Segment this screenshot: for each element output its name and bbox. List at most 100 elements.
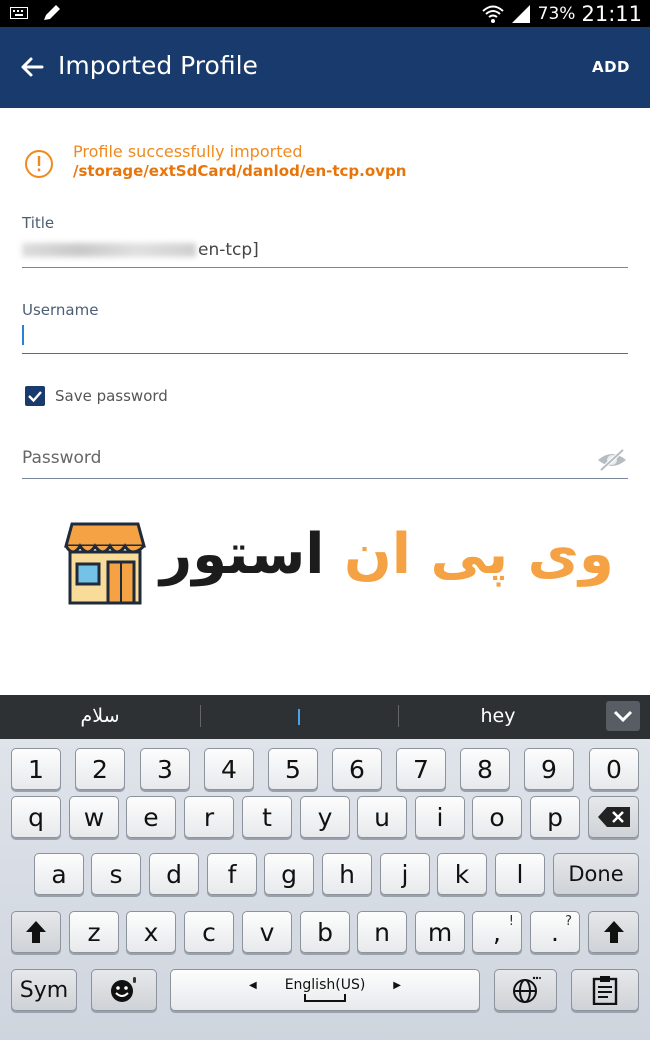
key-3[interactable]: 3 bbox=[140, 748, 190, 790]
key-period[interactable]: . ? bbox=[530, 911, 580, 953]
keyboard-icon bbox=[10, 7, 28, 19]
notice-path: /storage/extSdCard/danlod/en-tcp.ovpn bbox=[73, 162, 407, 180]
key-i[interactable]: i bbox=[415, 796, 465, 838]
key-v[interactable]: v bbox=[242, 911, 292, 953]
period-sub-label: ? bbox=[565, 914, 572, 929]
username-underline bbox=[22, 353, 628, 354]
status-bar: 73% 21:11 bbox=[0, 0, 650, 27]
signal-icon bbox=[511, 4, 530, 23]
key-6[interactable]: 6 bbox=[332, 748, 382, 790]
space-language-label: English(US) bbox=[284, 977, 366, 993]
back-arrow-icon[interactable] bbox=[16, 51, 48, 83]
shift-key[interactable] bbox=[11, 911, 61, 953]
key-e[interactable]: e bbox=[126, 796, 176, 838]
key-t[interactable]: t bbox=[242, 796, 292, 838]
key-w[interactable]: w bbox=[69, 796, 119, 838]
suggestion-bar: سلام hey bbox=[0, 695, 650, 739]
title-field[interactable]: en-tcp] bbox=[22, 240, 259, 260]
globe-icon bbox=[512, 976, 541, 1003]
key-8[interactable]: 8 bbox=[460, 748, 510, 790]
key-5[interactable]: 5 bbox=[268, 748, 318, 790]
key-l[interactable]: l bbox=[495, 853, 545, 895]
clock: 21:11 bbox=[581, 1, 642, 26]
page-title: Imported Profile bbox=[58, 51, 258, 80]
checkmark-icon bbox=[28, 391, 42, 403]
key-g[interactable]: g bbox=[264, 853, 314, 895]
watermark-dark: استور bbox=[160, 522, 325, 587]
language-prev-icon: ◀ bbox=[248, 979, 257, 991]
language-key[interactable] bbox=[494, 969, 557, 1011]
title-value: en-tcp] bbox=[198, 240, 259, 260]
shift-key-right[interactable] bbox=[588, 911, 639, 953]
key-0[interactable]: 0 bbox=[589, 748, 639, 790]
add-button[interactable]: ADD bbox=[592, 58, 630, 76]
key-m[interactable]: m bbox=[415, 911, 465, 953]
key-p[interactable]: p bbox=[530, 796, 580, 838]
clipboard-key[interactable] bbox=[571, 969, 639, 1011]
key-y[interactable]: y bbox=[300, 796, 350, 838]
emoji-key[interactable] bbox=[91, 969, 157, 1011]
sym-key[interactable]: Sym bbox=[11, 969, 77, 1011]
key-j[interactable]: j bbox=[380, 853, 430, 895]
suggestion-divider bbox=[200, 705, 201, 727]
key-n[interactable]: n bbox=[357, 911, 407, 953]
key-c[interactable]: c bbox=[184, 911, 234, 953]
backspace-icon bbox=[597, 807, 630, 827]
soft-keyboard: سلام hey 1 2 3 4 5 6 7 8 9 0 q w e r t y… bbox=[0, 695, 650, 1040]
key-4[interactable]: 4 bbox=[204, 748, 254, 790]
shift-arrow-icon bbox=[603, 921, 624, 943]
import-notice: Profile successfully imported /storage/e… bbox=[24, 140, 624, 186]
store-logo-icon bbox=[64, 522, 146, 605]
collapse-keyboard-button[interactable] bbox=[606, 701, 640, 731]
comma-sub-label: ! bbox=[508, 914, 514, 929]
key-9[interactable]: 9 bbox=[524, 748, 574, 790]
eye-off-icon[interactable] bbox=[596, 448, 628, 472]
key-z[interactable]: z bbox=[69, 911, 119, 953]
key-a[interactable]: a bbox=[34, 853, 84, 895]
app-bar: Imported Profile ADD bbox=[0, 27, 650, 108]
clipboard-icon bbox=[592, 976, 618, 1005]
key-s[interactable]: s bbox=[91, 853, 141, 895]
key-x[interactable]: x bbox=[126, 911, 176, 953]
watermark-text: وی پی ان استور bbox=[160, 522, 614, 587]
backspace-key[interactable] bbox=[588, 796, 639, 838]
title-underline bbox=[22, 267, 628, 268]
key-d[interactable]: d bbox=[149, 853, 199, 895]
save-password-label: Save password bbox=[55, 387, 168, 405]
smiley-icon bbox=[111, 977, 136, 1002]
language-next-icon: ▶ bbox=[393, 979, 401, 991]
title-label: Title bbox=[22, 214, 55, 232]
key-r[interactable]: r bbox=[184, 796, 234, 838]
key-7[interactable]: 7 bbox=[396, 748, 446, 790]
username-label: Username bbox=[22, 301, 99, 319]
info-icon bbox=[25, 150, 53, 178]
key-area: 1 2 3 4 5 6 7 8 9 0 q w e r t y u i o p … bbox=[0, 739, 650, 1040]
key-b[interactable]: b bbox=[300, 911, 350, 953]
suggestion-2[interactable] bbox=[298, 709, 300, 725]
suggestion-1[interactable]: سلام bbox=[0, 705, 200, 727]
period-label: . bbox=[551, 917, 559, 947]
key-o[interactable]: o bbox=[472, 796, 522, 838]
notice-message: Profile successfully imported bbox=[73, 142, 303, 161]
username-field[interactable] bbox=[22, 325, 622, 349]
password-field[interactable]: Password bbox=[22, 448, 101, 468]
done-key[interactable]: Done bbox=[553, 853, 639, 895]
save-password-checkbox[interactable] bbox=[25, 386, 45, 406]
key-comma[interactable]: , ! bbox=[472, 911, 522, 953]
shift-arrow-icon bbox=[26, 921, 46, 943]
password-underline bbox=[22, 478, 628, 479]
key-u[interactable]: u bbox=[357, 796, 407, 838]
key-1[interactable]: 1 bbox=[11, 748, 61, 790]
space-key[interactable]: ◀ English(US) ▶ bbox=[170, 969, 480, 1011]
watermark-orange: وی پی ان bbox=[343, 522, 614, 587]
wifi-icon bbox=[482, 5, 504, 23]
spacebar-icon bbox=[304, 994, 346, 1002]
key-f[interactable]: f bbox=[207, 853, 257, 895]
suggestion-3[interactable]: hey bbox=[398, 705, 598, 727]
chevron-down-icon bbox=[613, 710, 633, 723]
key-2[interactable]: 2 bbox=[75, 748, 125, 790]
key-h[interactable]: h bbox=[322, 853, 372, 895]
key-k[interactable]: k bbox=[437, 853, 487, 895]
blurred-text bbox=[22, 243, 196, 257]
key-q[interactable]: q bbox=[11, 796, 61, 838]
